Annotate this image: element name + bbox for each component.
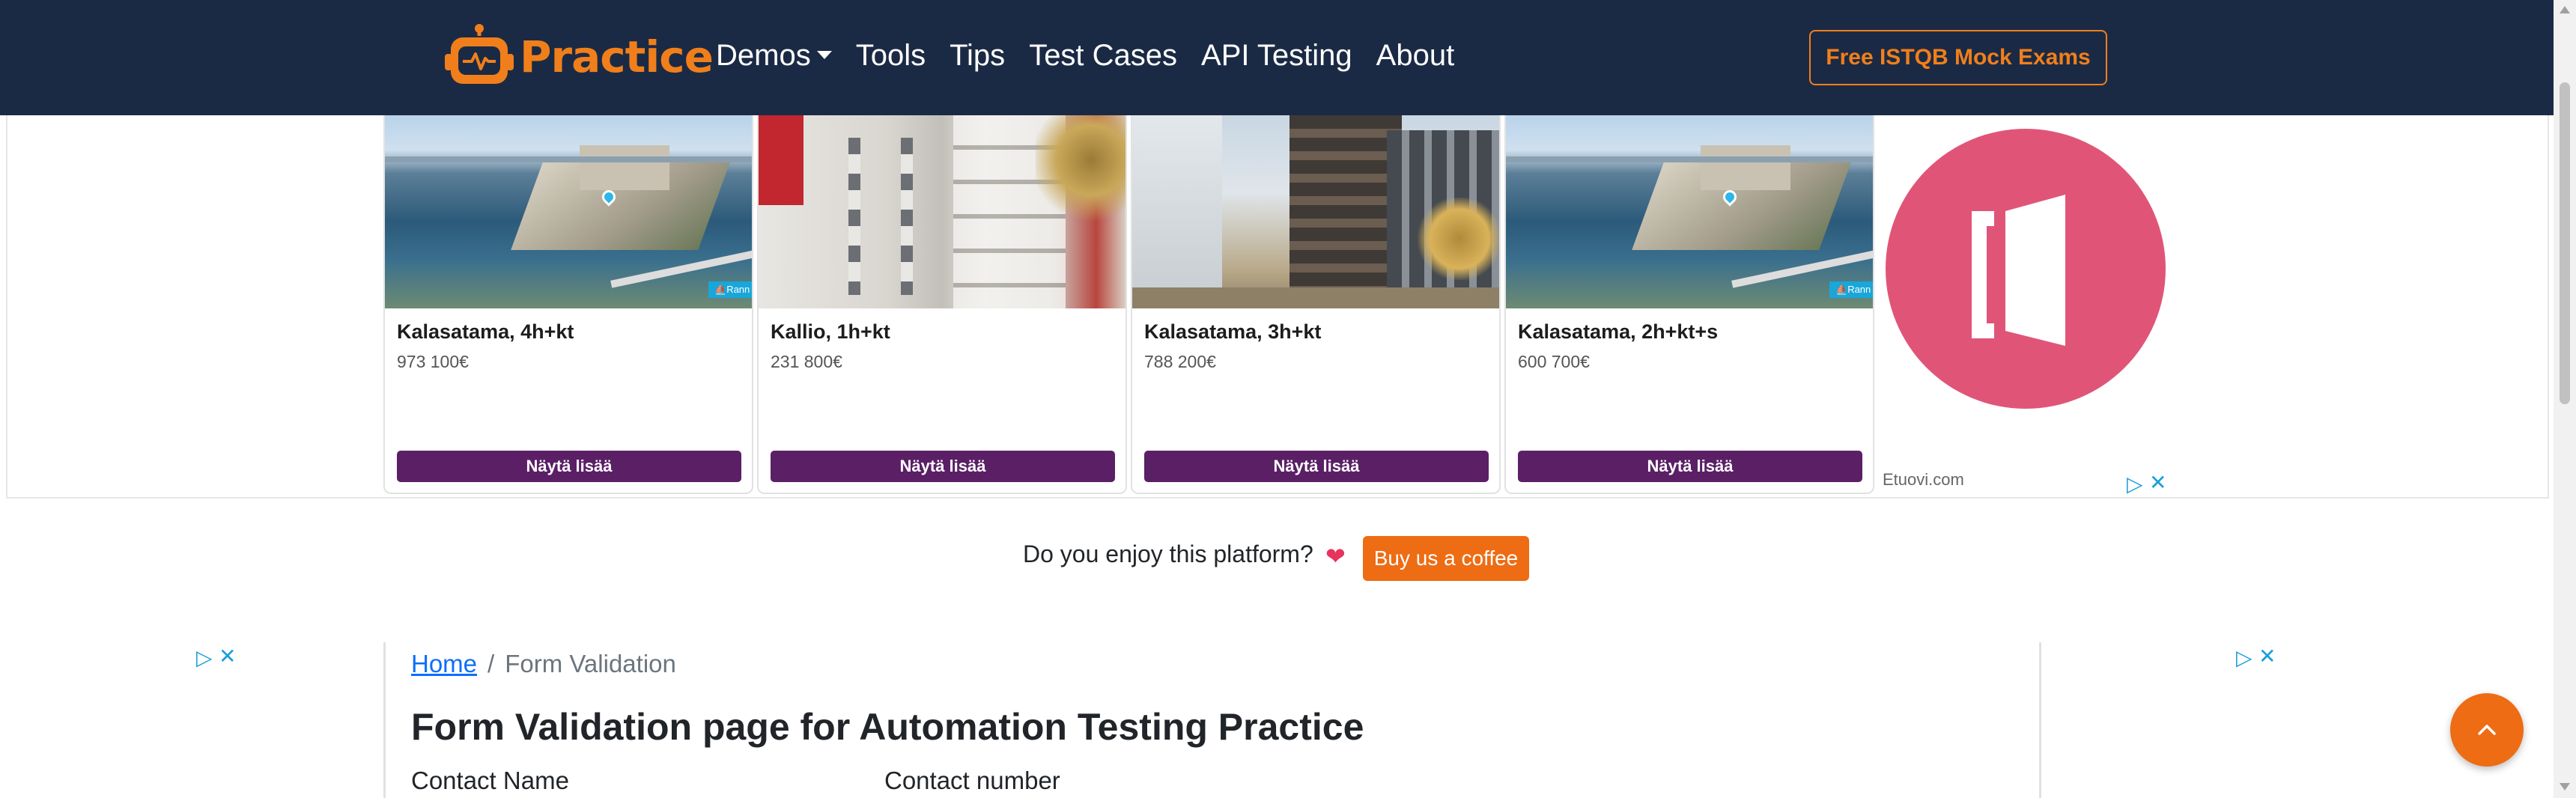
istqb-mock-exams-button[interactable]: Free ISTQB Mock Exams [1809, 30, 2107, 85]
door-icon [1972, 195, 2065, 346]
breadcrumb: Home / Form Validation [411, 650, 676, 678]
nav-demos-dropdown[interactable]: Demos [716, 39, 832, 73]
listing-photo[interactable] [759, 115, 1126, 308]
listing-tag: ⛵Rann [1829, 281, 1873, 298]
show-more-button[interactable]: Näytä lisää [1144, 451, 1489, 482]
nav-api-testing[interactable]: API Testing [1201, 39, 1352, 73]
ad-listing[interactable]: ⛵Rann Kalasatama, 2h+kt+s 600 700€ Näytä… [1504, 115, 1874, 494]
robot-icon [445, 24, 514, 84]
listing-tag-text: Rann [726, 284, 750, 295]
listing-photo[interactable] [1132, 115, 1499, 308]
ad-banner: ⛵Rann Kalasatama, 4h+kt 973 100€ Näytä l… [6, 115, 2549, 499]
breadcrumb-home-link[interactable]: Home [411, 650, 477, 677]
scroll-up-icon[interactable] [2560, 6, 2570, 13]
adchoices-icon[interactable]: ▷ [196, 645, 213, 670]
nav-demos-label: Demos [716, 39, 811, 72]
listing-title[interactable]: Kalasatama, 4h+kt [397, 320, 574, 344]
scroll-down-icon[interactable] [2560, 783, 2570, 791]
show-more-button[interactable]: Näytä lisää [1518, 451, 1862, 482]
listing-tag-text: Rann [1847, 284, 1871, 295]
show-more-button[interactable]: Näytä lisää [397, 451, 741, 482]
listing-photo[interactable]: ⛵Rann [385, 115, 752, 308]
ad-listing[interactable]: Kalasatama, 3h+kt 788 200€ Näytä lisää [1131, 115, 1501, 494]
etuovi-logo[interactable] [1886, 129, 2166, 409]
main-nav: Demos Tools Tips Test Cases API Testing … [716, 39, 1478, 73]
breadcrumb-separator: / [487, 650, 495, 677]
adchoices-icon[interactable]: ▷ [2236, 645, 2253, 670]
close-ad-icon[interactable]: ✕ [2258, 644, 2276, 668]
ad-listing[interactable]: ⛵Rann Kalasatama, 4h+kt 973 100€ Näytä l… [383, 115, 753, 494]
listing-title[interactable]: Kalasatama, 2h+kt+s [1518, 320, 1718, 344]
listing-price: 788 200€ [1144, 352, 1216, 371]
caret-down-icon [816, 50, 832, 59]
brand-name[interactable]: Practice [520, 31, 714, 82]
page-scrollbar[interactable] [2554, 0, 2576, 798]
close-ad-icon[interactable]: ✕ [219, 644, 236, 668]
boat-icon: ⛵ [1835, 284, 1848, 295]
support-prompt: Do you enjoy this platform? [1023, 540, 1313, 567]
advertiser-name[interactable]: Etuovi.com [1883, 470, 1964, 490]
adchoices-icon[interactable]: ▷ [2127, 472, 2143, 496]
ad-listing[interactable]: Kallio, 1h+kt 231 800€ Näytä lisää [757, 115, 1127, 494]
nav-test-cases[interactable]: Test Cases [1029, 39, 1177, 73]
scrollbar-thumb[interactable] [2560, 82, 2570, 404]
listing-photo[interactable]: ⛵Rann [1506, 115, 1873, 308]
nav-tips[interactable]: Tips [950, 39, 1005, 73]
listing-tag: ⛵Rann [708, 281, 752, 298]
listing-title[interactable]: Kallio, 1h+kt [771, 320, 890, 344]
buy-coffee-button[interactable]: Buy us a coffee [1363, 536, 1529, 581]
contact-name-label: Contact Name [411, 767, 569, 794]
page-title: Form Validation page for Automation Test… [411, 706, 1364, 748]
listing-title[interactable]: Kalasatama, 3h+kt [1144, 320, 1321, 344]
heart-icon: ❤ [1325, 542, 1346, 570]
close-ad-icon[interactable]: ✕ [2149, 470, 2166, 495]
top-navbar: Practice Demos Tools Tips Test Cases API… [0, 0, 2554, 115]
boat-icon: ⛵ [714, 284, 727, 295]
contact-number-label: Contact number [884, 767, 1060, 794]
listing-price: 231 800€ [771, 352, 842, 371]
chevron-up-icon [2478, 725, 2496, 735]
nav-tools[interactable]: Tools [856, 39, 926, 73]
main-content: Home / Form Validation Form Validation pag… [383, 642, 2041, 798]
listing-price: 973 100€ [397, 352, 469, 371]
breadcrumb-current: Form Validation [505, 650, 676, 677]
back-to-top-button[interactable] [2450, 693, 2524, 767]
listing-price: 600 700€ [1518, 352, 1590, 371]
nav-about[interactable]: About [1376, 39, 1455, 73]
show-more-button[interactable]: Näytä lisää [771, 451, 1115, 482]
brand-logo[interactable]: Practice [443, 22, 714, 91]
